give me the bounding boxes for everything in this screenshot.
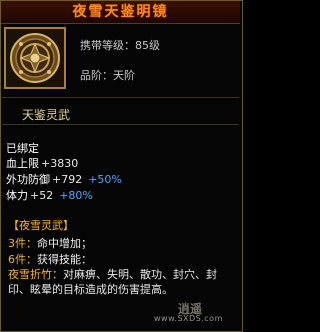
watermark-url: www.SXDS.com [154,314,223,323]
item-grade: 品阶：天阶 [80,69,135,82]
stat-label: 外功防御 [6,173,50,186]
set-bonus-6: 6件：获得技能： [8,253,92,266]
skill-description: 夜雪折竹：对麻痹、失明、散功、封穴、封印、眩晕的目标造成的伤害提高。 [8,268,217,296]
item-icon-slot [4,27,66,89]
bronze-mirror-icon [10,33,60,83]
stat-row-stamina: 体力 +52 +80% [6,187,93,203]
divider [2,124,239,125]
stat-value: +52 [30,189,54,202]
set-bonus-3: 3件：命中增加； [8,237,92,250]
carry-level: 携带等级：85级 [80,39,160,52]
set-name: 【夜雪灵武】 [8,219,74,232]
stat-value: +3830 [41,157,79,170]
item-type: 天鉴灵武 [22,108,71,122]
item-title: 夜雪天鉴明镜 [72,4,169,20]
bound-status: 已绑定 [6,142,39,155]
divider [2,97,239,98]
stat-row-defense: 外功防御 +792 +50% [6,171,122,187]
site-watermark: 逍遥 www.SXDS.com [146,300,238,326]
stat-bonus: +80% [59,189,93,202]
stat-bonus: +50% [88,173,122,186]
stat-value: +792 [52,173,83,186]
stat-label: 血上限 [6,157,39,170]
stat-label: 体力 [6,189,28,202]
title-bar: 夜雪天鉴明镜 [1,1,240,24]
stat-row-hp: 血上限 +3830 [6,155,78,171]
